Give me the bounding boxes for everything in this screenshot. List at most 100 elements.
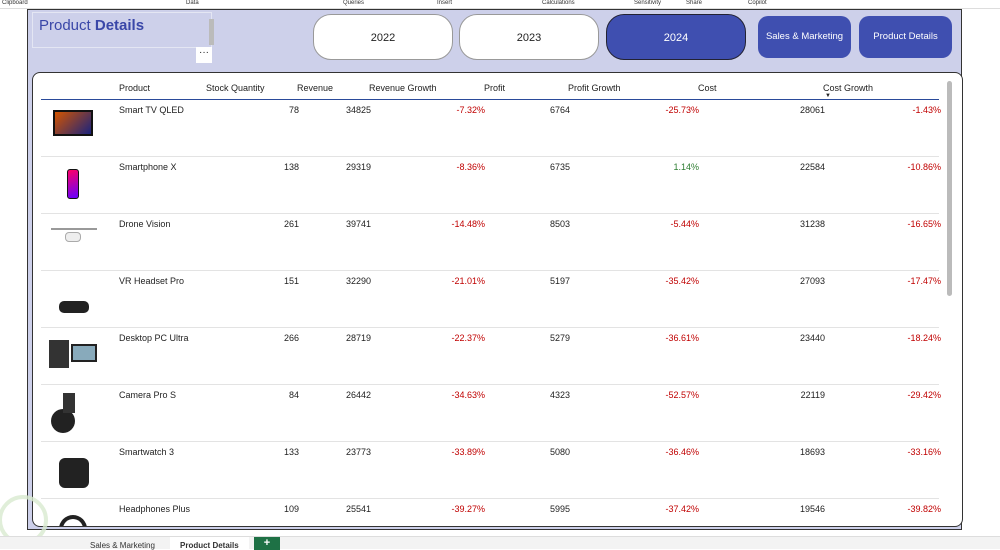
col-header-product[interactable]: Product	[119, 83, 150, 93]
cell-rev-growth: -21.01%	[451, 276, 485, 286]
cell-revenue: 25541	[345, 504, 371, 514]
cell-profit-growth: 1.14%	[673, 162, 699, 172]
cell-profit-growth: -52.57%	[665, 390, 699, 400]
sales-marketing-button[interactable]: Sales & Marketing	[758, 16, 851, 58]
tv-icon	[45, 106, 101, 150]
more-options-button[interactable]: ···	[196, 47, 212, 63]
table-row[interactable]: Headphones Plus 109 25541 -39.27% 5995 -37.42…	[41, 499, 941, 526]
ribbon-calculations[interactable]: Calculations	[542, 0, 575, 6]
cell-cost: 27093	[799, 276, 825, 286]
table-row[interactable]: Camera Pro S 84 26442 -34.63% 4323 -52.57% 221…	[41, 385, 941, 442]
product-name: Desktop PC Ultra	[119, 333, 189, 343]
vr-headset-icon	[45, 277, 101, 321]
cell-rev-growth: -8.36%	[456, 162, 485, 172]
table-row[interactable]: Drone Vision 261 39741 -14.48% 8503 -5.44% 312…	[41, 214, 941, 271]
cell-cost: 23440	[799, 333, 825, 343]
cell-cost: 22119	[800, 390, 825, 400]
title-light: Product	[39, 17, 91, 34]
cell-stock: 133	[283, 447, 299, 457]
product-name: Drone Vision	[119, 219, 171, 229]
cell-rev-growth: -7.32%	[456, 105, 485, 115]
cell-cost-growth: -1.43%	[912, 105, 941, 115]
table-scrollbar[interactable]	[947, 81, 952, 296]
cell-profit: 4323	[549, 390, 570, 400]
year-button-2022[interactable]: 2022	[313, 14, 453, 60]
ribbon-data[interactable]: Data	[186, 0, 199, 6]
sheet-tab-product-details[interactable]: Product Details	[170, 537, 249, 550]
col-header-revenue[interactable]: Revenue	[297, 83, 333, 93]
cell-cost-growth: -16.65%	[907, 219, 941, 229]
table-row[interactable]: Desktop PC Ultra 266 28719 -22.37% 5279 -36.6…	[41, 328, 941, 385]
cell-rev-growth: -22.37%	[451, 333, 485, 343]
ribbon-insert[interactable]: Insert	[437, 0, 452, 6]
col-header-cost[interactable]: Cost	[698, 83, 717, 93]
headphones-icon	[45, 505, 101, 526]
dashboard-canvas: Product Details ··· 2022 2023 2024 Sales…	[27, 9, 963, 530]
ribbon-clipboard[interactable]: Clipboard	[2, 0, 28, 6]
ribbon-sensitivity[interactable]: Sensitivity	[634, 0, 661, 6]
col-header-cost-growth[interactable]: Cost Growth	[823, 83, 873, 93]
drone-icon	[45, 220, 101, 264]
cell-stock: 84	[288, 390, 299, 400]
ribbon-share[interactable]: Share	[686, 0, 702, 6]
cell-cost: 31238	[799, 219, 825, 229]
product-name: Smartphone X	[119, 162, 177, 172]
cell-stock: 109	[283, 504, 299, 514]
col-header-stock[interactable]: Stock Quantity	[206, 83, 265, 93]
col-header-profit[interactable]: Profit	[484, 83, 505, 93]
cell-cost: 22584	[799, 162, 825, 172]
cell-revenue: 23773	[345, 447, 371, 457]
cell-revenue: 29319	[345, 162, 371, 172]
table-row[interactable]: VR Headset Pro 151 32290 -21.01% 5197 -35.42%…	[41, 271, 941, 328]
product-name: Headphones Plus	[119, 504, 191, 514]
product-name: Camera Pro S	[119, 390, 177, 400]
ribbon-queries[interactable]: Queries	[343, 0, 364, 6]
cell-profit-growth: -35.42%	[665, 276, 699, 286]
col-header-revenue-growth[interactable]: Revenue Growth	[369, 83, 437, 93]
cell-rev-growth: -34.63%	[451, 390, 485, 400]
cell-revenue: 34825	[345, 105, 371, 115]
cell-cost: 28061	[799, 105, 825, 115]
cell-profit-growth: -37.42%	[665, 504, 699, 514]
product-name: VR Headset Pro	[119, 276, 185, 286]
table-row[interactable]: Smart TV QLED 78 34825 -7.32% 6764 -25.73% 280…	[41, 100, 941, 157]
cell-profit-growth: -5.44%	[670, 219, 699, 229]
cell-rev-growth: -39.27%	[451, 504, 485, 514]
cell-stock: 151	[283, 276, 299, 286]
cell-cost-growth: -33.16%	[907, 447, 941, 457]
cell-revenue: 26442	[345, 390, 371, 400]
cell-stock: 266	[283, 333, 299, 343]
cell-cost-growth: -17.47%	[907, 276, 941, 286]
cell-revenue: 32290	[345, 276, 371, 286]
camera-icon	[45, 391, 101, 435]
product-table: Product Stock Quantity Revenue Revenue G…	[32, 72, 963, 527]
product-name: Smartwatch 3	[119, 447, 175, 457]
add-sheet-button[interactable]: +	[254, 537, 280, 550]
year-button-2024[interactable]: 2024	[606, 14, 746, 60]
smartphone-icon	[45, 163, 101, 207]
col-header-profit-growth[interactable]: Profit Growth	[568, 83, 621, 93]
ribbon-groups: Clipboard Data Queries Insert Calculatio…	[0, 0, 1000, 9]
cell-profit: 6764	[549, 105, 570, 115]
cell-stock: 261	[283, 219, 299, 229]
cell-cost-growth: -10.86%	[907, 162, 941, 172]
cell-profit-growth: -36.46%	[665, 447, 699, 457]
sheet-tab-sales-marketing[interactable]: Sales & Marketing	[80, 537, 165, 550]
cell-profit-growth: -36.61%	[665, 333, 699, 343]
cell-profit: 6735	[549, 162, 570, 172]
title-box: Product Details	[32, 12, 214, 48]
cell-rev-growth: -14.48%	[451, 219, 485, 229]
cell-revenue: 28719	[345, 333, 371, 343]
desktop-pc-icon	[45, 334, 101, 378]
cell-profit: 8503	[549, 219, 570, 229]
table-row[interactable]: Smartwatch 3 133 23773 -33.89% 5080 -36.46% 18…	[41, 442, 941, 499]
table-row[interactable]: Smartphone X 138 29319 -8.36% 6735 1.14% 22584…	[41, 157, 941, 214]
sheet-tab-bar: Sales & Marketing Product Details +	[0, 536, 1000, 550]
product-details-button[interactable]: Product Details	[859, 16, 952, 58]
cell-cost: 19546	[799, 504, 825, 514]
ribbon-copilot[interactable]: Copilot	[748, 0, 767, 6]
year-button-2023[interactable]: 2023	[459, 14, 599, 60]
product-name: Smart TV QLED	[119, 105, 184, 115]
title-scrollbar[interactable]	[209, 19, 214, 45]
page-title: Product Details	[39, 17, 144, 34]
